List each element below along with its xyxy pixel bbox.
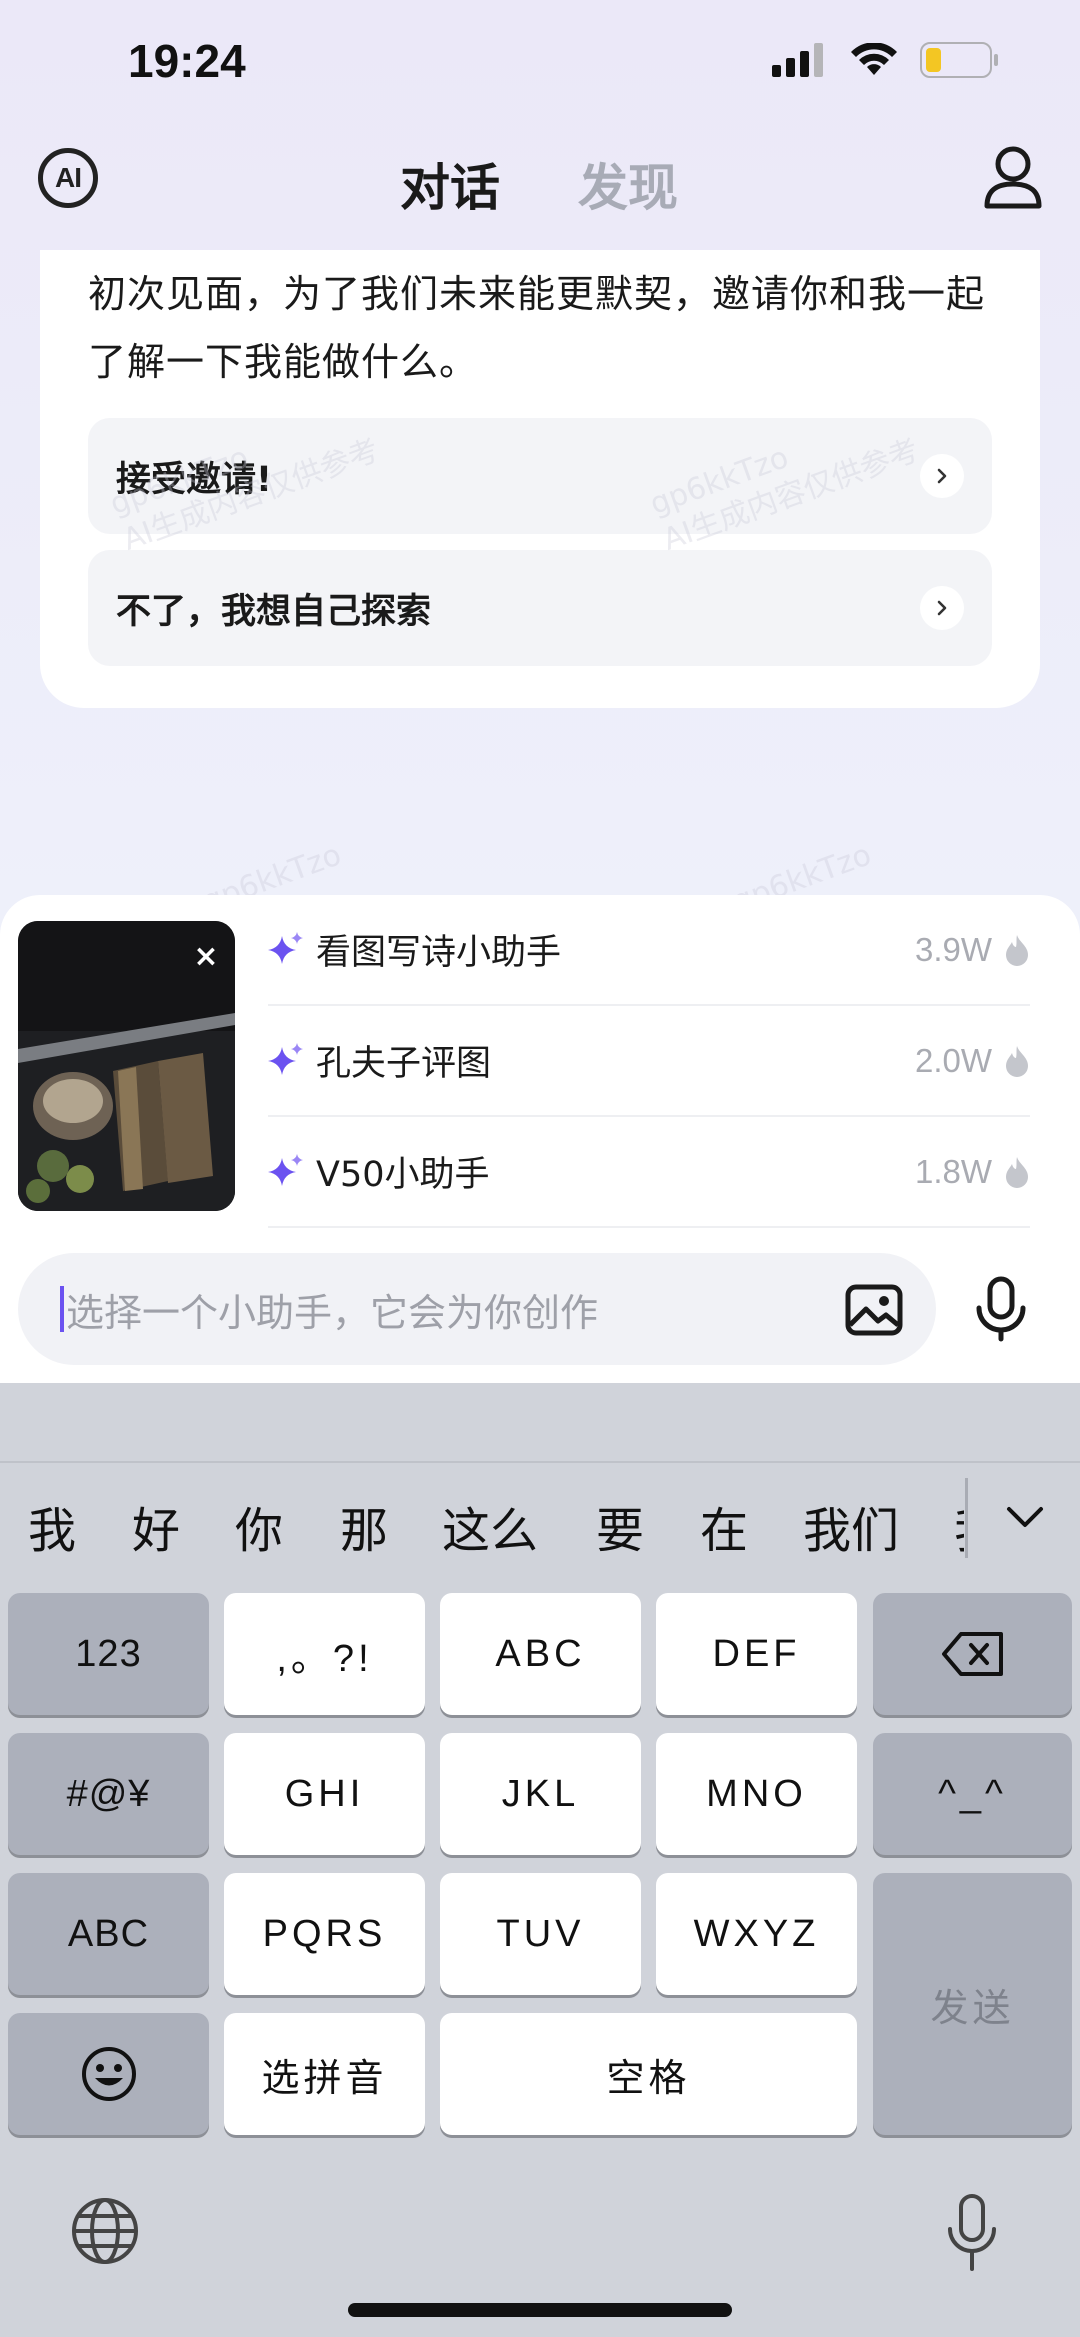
candidate-word[interactable]: 我 <box>954 1491 964 1561</box>
key-jkl[interactable]: JKL <box>440 1733 641 1855</box>
emoji-icon <box>81 2047 136 2101</box>
cellular-signal-icon <box>772 43 823 77</box>
assistant-item[interactable]: 看图写诗小助手 3.9W <box>268 895 1030 1006</box>
candidate-word[interactable]: 你 <box>235 1491 283 1561</box>
close-icon[interactable]: × <box>188 939 224 975</box>
candidate-word[interactable]: 好 <box>132 1491 180 1561</box>
emoji-key[interactable] <box>8 2013 209 2135</box>
decline-explore-option[interactable]: 不了，我想自己探索 <box>88 550 992 666</box>
ime-keyboard: 我 好 你 那 这么 要 在 我们 我 123 ,。?! ABC DEF #@¥… <box>0 1383 1080 2337</box>
space-key[interactable]: 空格 <box>440 2013 857 2135</box>
chevron-down-icon[interactable] <box>1003 1495 1047 1539</box>
assistant-item[interactable]: V50小助手 1.8W <box>268 1117 1030 1228</box>
key-def[interactable]: DEF <box>656 1593 857 1715</box>
key-ghi[interactable]: GHI <box>224 1733 425 1855</box>
flame-icon <box>1006 1045 1028 1077</box>
key-abc-switch[interactable]: ABC <box>8 1873 209 1995</box>
candidate-word[interactable]: 我 <box>28 1491 76 1561</box>
key-abc[interactable]: ABC <box>440 1593 641 1715</box>
ai-logo-icon: AI <box>55 162 82 193</box>
tab-discover[interactable]: 发现 <box>578 148 678 220</box>
key-symbols[interactable]: #@¥ <box>8 1733 209 1855</box>
key-pqrs[interactable]: PQRS <box>224 1873 425 1995</box>
message-input[interactable]: 选择一个小助手，它会为你创作 <box>18 1253 936 1365</box>
sparkle-icon <box>268 1042 303 1075</box>
key-punctuation[interactable]: ,。?! <box>224 1593 425 1715</box>
key-123[interactable]: 123 <box>8 1593 209 1715</box>
home-indicator[interactable] <box>348 2303 732 2317</box>
dictation-microphone-icon[interactable] <box>942 2193 1002 2273</box>
chevron-right-icon <box>920 586 964 630</box>
assistant-name: 孔夫子评图 <box>316 1044 492 1084</box>
status-icons <box>772 42 1000 78</box>
text-cursor <box>60 1286 64 1332</box>
candidate-word[interactable]: 那 <box>340 1491 388 1561</box>
assistant-name: 看图写诗小助手 <box>316 933 562 973</box>
key-mno[interactable]: MNO <box>656 1733 857 1855</box>
key-select-pinyin[interactable]: 选拼音 <box>224 2013 425 2135</box>
intro-text: 初次见面，为了我们未来能更默契，邀请你和我一起了解一下我能做什么。 <box>88 272 986 384</box>
image-icon[interactable] <box>842 1279 906 1339</box>
backspace-icon <box>941 1632 1003 1676</box>
candidate-word[interactable]: 我们 <box>803 1491 899 1561</box>
assistant-name: V50小助手 <box>316 1155 490 1195</box>
sparkle-icon <box>268 931 303 964</box>
ai-logo-button[interactable]: AI <box>38 148 98 208</box>
user-icon[interactable] <box>982 144 1044 210</box>
assistant-item[interactable]: 孔夫子评图 2.0W <box>268 1006 1030 1117</box>
assistant-count: 3.9W <box>914 930 992 968</box>
assistant-count: 2.0W <box>914 1041 992 1079</box>
candidate-word[interactable]: 要 <box>596 1491 644 1561</box>
key-wxyz[interactable]: WXYZ <box>656 1873 857 1995</box>
battery-icon <box>920 42 998 78</box>
option-label: 不了，我想自己探索 <box>116 591 432 632</box>
key-emoticon[interactable]: ^_^ <box>873 1733 1072 1855</box>
flame-icon <box>1006 934 1028 966</box>
key-tuv[interactable]: TUV <box>440 1873 641 1995</box>
tab-chat[interactable]: 对话 <box>400 148 500 220</box>
input-placeholder: 选择一个小助手，它会为你创作 <box>66 1290 599 1335</box>
send-key[interactable]: 发送 <box>873 1873 1072 2135</box>
wifi-icon <box>851 43 897 75</box>
chevron-right-icon <box>920 454 964 498</box>
sparkle-icon <box>268 1153 303 1186</box>
backspace-key[interactable] <box>873 1593 1072 1715</box>
candidate-word[interactable]: 在 <box>700 1491 748 1561</box>
divider <box>965 1478 968 1558</box>
divider <box>0 1461 1080 1463</box>
microphone-icon[interactable] <box>972 1276 1030 1342</box>
candidate-word[interactable]: 这么 <box>442 1491 538 1561</box>
globe-icon[interactable] <box>70 2196 140 2266</box>
assistant-count: 1.8W <box>914 1152 992 1190</box>
flame-icon <box>1006 1156 1028 1188</box>
status-time: 19:24 <box>128 35 246 87</box>
selected-image-thumbnail[interactable]: × <box>18 921 235 1211</box>
